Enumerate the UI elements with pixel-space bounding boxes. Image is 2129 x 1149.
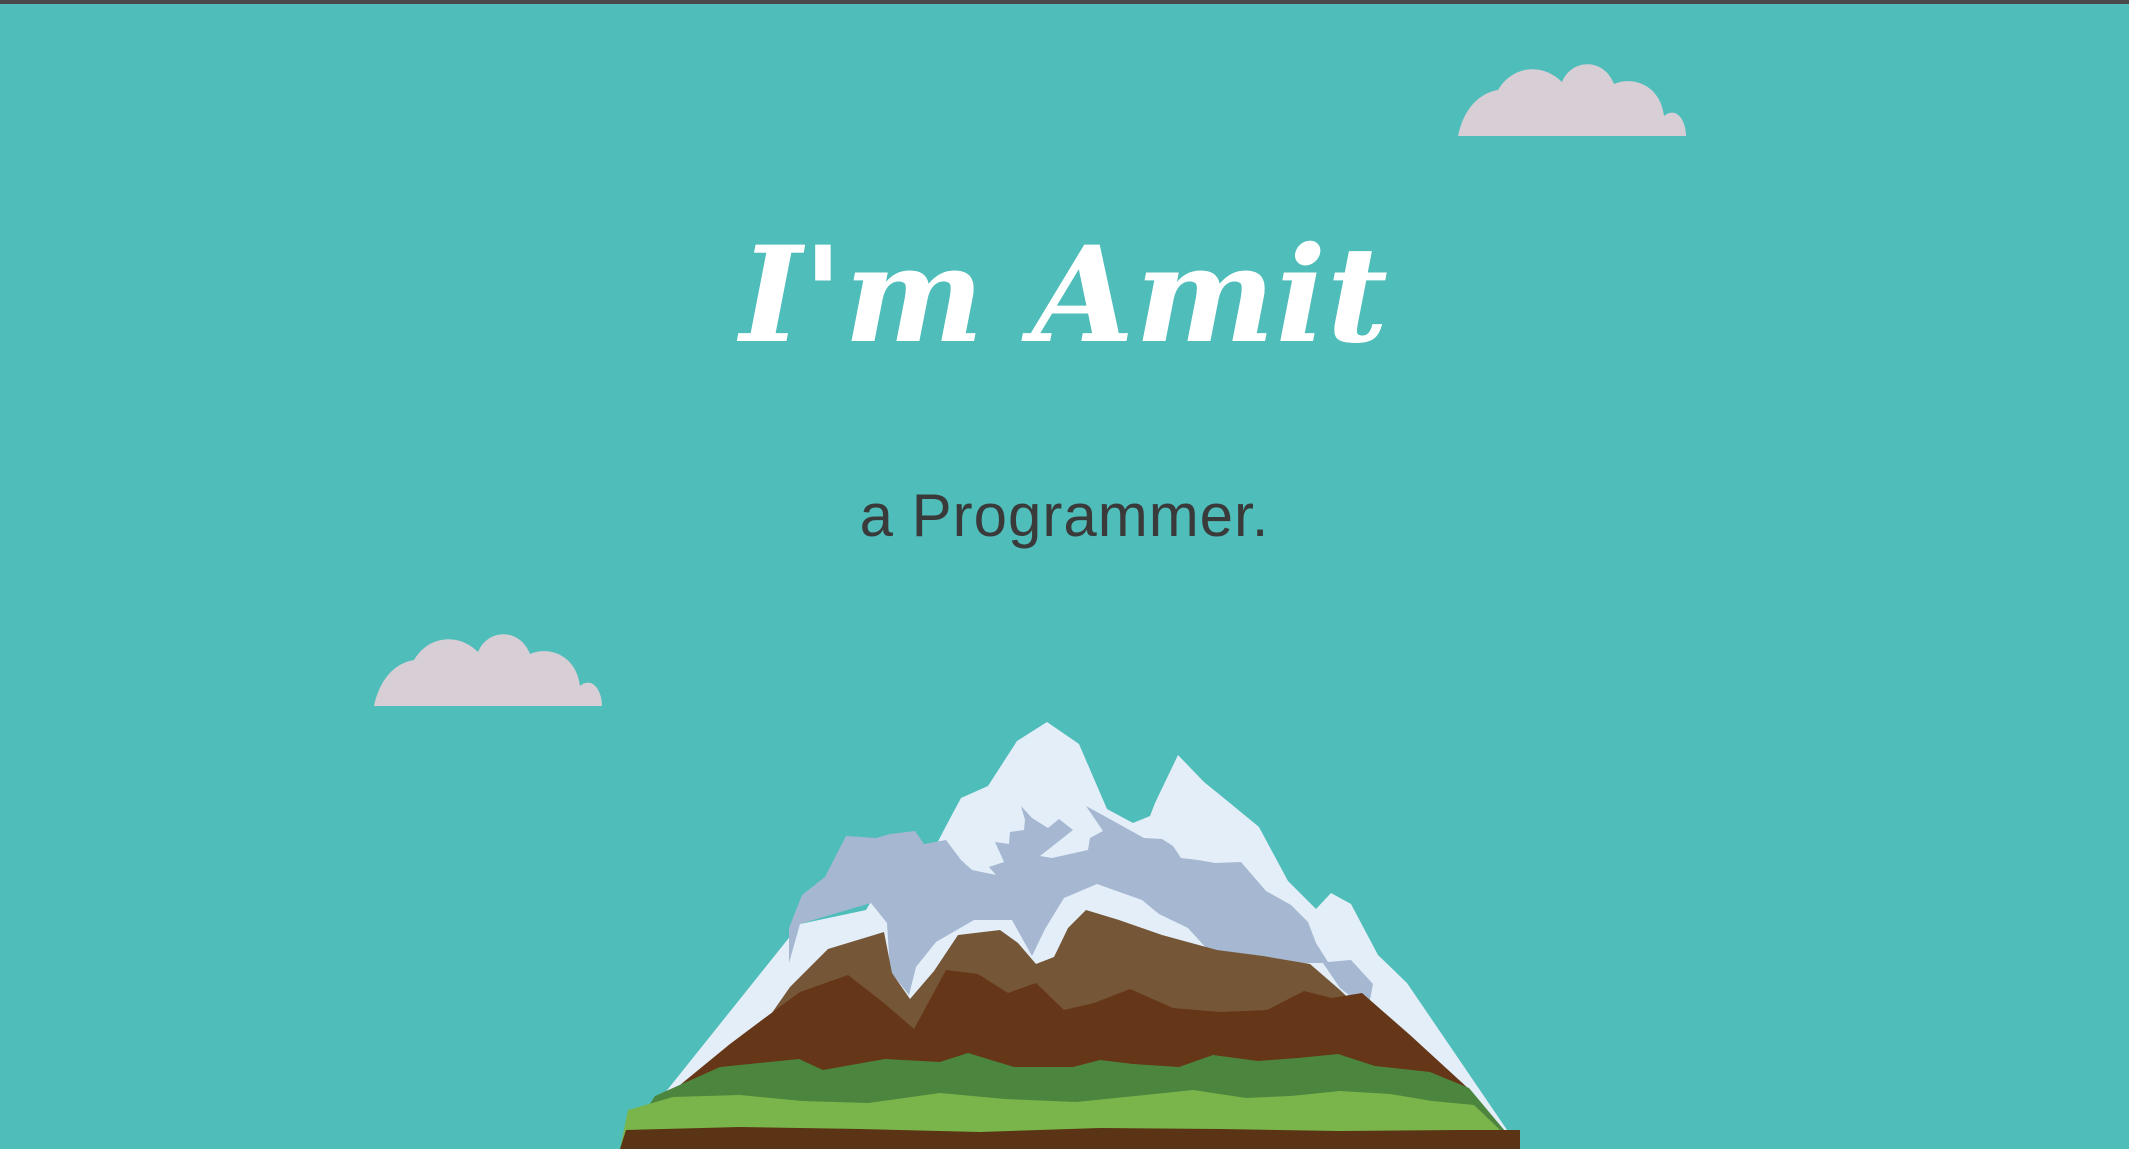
page-title: I'm Amit [740, 218, 1389, 373]
top-border [0, 0, 2129, 4]
mountain-illustration [620, 722, 1520, 1149]
page-subtitle: a Programmer. [859, 482, 1270, 549]
cloud-icon [1458, 64, 1686, 136]
cloud-icon [374, 634, 602, 706]
